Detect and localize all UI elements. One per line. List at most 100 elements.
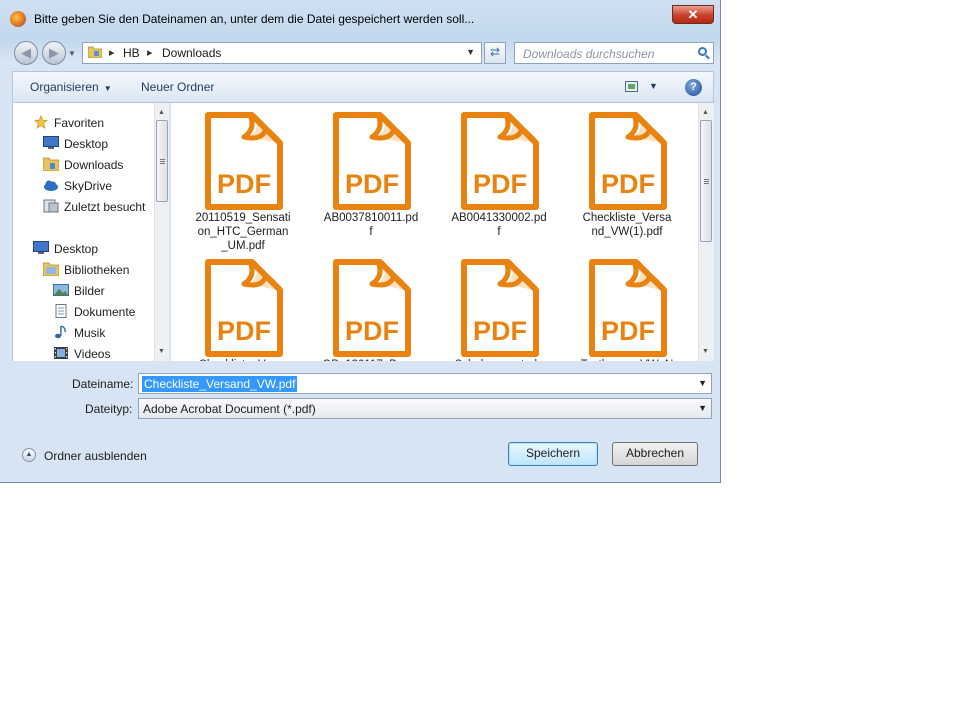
search-icon[interactable] [698, 47, 707, 56]
file-name-line: OP_130117_Bereo [311, 358, 431, 361]
pdf-file-icon: PDF [461, 259, 539, 357]
file-list-scrollbar[interactable]: ▲ ▼ [698, 103, 714, 361]
sidebar-scroll-thumb[interactable] [156, 120, 168, 202]
new-folder-button[interactable]: Neuer Ordner [141, 80, 214, 94]
file-item[interactable]: PDFSchulungsunterla [439, 254, 549, 361]
chevron-down-icon: ▼ [103, 84, 112, 93]
scroll-down-icon[interactable]: ▼ [702, 348, 709, 355]
address-bar[interactable]: ▸ HB ▸ Downloads ▼ [82, 42, 482, 64]
chevron-down-icon[interactable]: ▼ [698, 403, 707, 413]
file-name-line: Checkliste_Versa [183, 358, 303, 361]
documents-icon [55, 304, 67, 318]
file-name-line: nd_VW(1).pdf [591, 226, 663, 238]
breadcrumb-hb[interactable]: HB [123, 46, 140, 60]
back-button[interactable]: ◀ [14, 41, 38, 65]
file-list-pane: PDF 20110519_Sensati on_HTC_German _UM.pdf P… [170, 103, 714, 361]
desktop-icon [33, 241, 49, 254]
breadcrumb-separator-icon[interactable]: ▸ [147, 46, 153, 59]
chevron-down-icon[interactable]: ▼ [698, 378, 707, 388]
filetype-label: Dateityp: [85, 402, 133, 416]
downloads-folder-icon [43, 157, 59, 171]
pdf-icon-label: PDF [473, 316, 527, 346]
file-name-line: 20110519_Sensati [195, 212, 291, 224]
pdf-icon-label: PDF [473, 169, 527, 199]
pdf-icon-label: PDF [601, 169, 655, 199]
pdf-file-icon: PDF [589, 112, 667, 210]
videos-icon [54, 347, 68, 359]
sidebar-item-label: Desktop [64, 137, 109, 151]
organize-label: Organisieren [30, 80, 99, 94]
file-item[interactable]: PDF Checkliste_Versa nd_VW(1).pdf [567, 107, 677, 257]
cloud-icon [44, 180, 58, 191]
filename-input[interactable]: Checkliste_Versand_VW.pdf ▼ [138, 373, 712, 394]
folder-icon [88, 46, 102, 58]
scroll-up-icon[interactable]: ▲ [158, 109, 165, 116]
save-button[interactable]: Speichern [508, 442, 598, 466]
recent-places-icon [43, 199, 59, 213]
pdf-icon-label: PDF [601, 316, 655, 346]
sidebar-item-label: Bilder [74, 284, 105, 298]
recent-pages-dropdown-icon[interactable]: ▼ [68, 49, 76, 58]
file-name-line: f [369, 226, 373, 238]
file-name: 20110519_Sensati on_HTC_German _UM.pdf [183, 211, 303, 253]
filename-value[interactable]: Checkliste_Versand_VW.pdf [142, 376, 298, 392]
scroll-down-icon[interactable]: ▼ [158, 348, 165, 355]
filetype-value: Adobe Acrobat Document (*.pdf) [143, 402, 316, 416]
sidebar-item-label: Desktop [54, 242, 99, 256]
file-name-line: on_HTC_German [197, 226, 289, 238]
file-name: Checkliste_Versa nd_VW(1).pdf [567, 211, 687, 239]
file-name-line: Testbogen_VW_N [567, 358, 687, 361]
file-item[interactable]: PDF AB0041330002.pd f [439, 107, 549, 257]
search-placeholder: Downloads durchsuchen [523, 47, 655, 61]
breadcrumb-downloads[interactable]: Downloads [162, 46, 221, 60]
command-toolbar: Organisieren ▼ Neuer Ordner ▼ ? [12, 71, 714, 103]
search-input[interactable]: Downloads durchsuchen [514, 42, 714, 64]
chevron-up-icon[interactable]: ▲ [22, 448, 36, 462]
file-name-line: AB0037810011.pd [323, 212, 419, 224]
forward-button[interactable]: ▶ [42, 41, 66, 65]
change-view-icon[interactable] [625, 81, 638, 92]
scroll-up-icon[interactable]: ▲ [702, 109, 709, 116]
libraries-icon [43, 262, 59, 276]
file-name-line: _UM.pdf [221, 240, 265, 252]
pdf-icon-label: PDF [345, 316, 399, 346]
sidebar-item-label: Dokumente [74, 305, 136, 319]
filetype-select[interactable]: Adobe Acrobat Document (*.pdf) ▼ [138, 398, 712, 419]
pdf-file-icon: PDF [205, 112, 283, 210]
sidebar-item-label: Musik [74, 326, 106, 340]
sidebar-item-label: Videos [74, 347, 111, 361]
close-button[interactable]: ✕ [672, 5, 714, 24]
navigation-pane: Favoriten Desktop Downloads SkyDrive Zul… [12, 103, 169, 361]
file-name-line: f [497, 226, 501, 238]
pdf-file-icon: PDF [205, 259, 283, 357]
window-title: Bitte geben Sie den Dateinamen an, unter… [34, 12, 475, 26]
pdf-icon-label: PDF [217, 316, 271, 346]
organize-menu-button[interactable]: Organisieren ▼ [30, 80, 112, 94]
file-name: AB0037810011.pd f [311, 211, 431, 239]
file-item[interactable]: PDFOP_130117_Bereo [311, 254, 421, 361]
file-name: Checkliste_Versa [183, 358, 303, 361]
refresh-button[interactable]: ⇄ [484, 42, 506, 64]
address-dropdown-icon[interactable]: ▼ [466, 47, 475, 57]
file-item[interactable]: PDF 20110519_Sensati on_HTC_German _UM.pdf [183, 107, 293, 257]
file-item[interactable]: PDF AB0037810011.pd f [311, 107, 421, 257]
view-options-dropdown-icon[interactable]: ▼ [649, 81, 658, 91]
file-item[interactable]: PDFTestbogen_VW_N [567, 254, 677, 361]
pdf-file-icon: PDF [461, 112, 539, 210]
sidebar-scrollbar[interactable]: ▲ ▼ [154, 103, 169, 361]
file-list-scroll-thumb[interactable] [700, 120, 712, 242]
hide-folders-label: Ordner ausblenden [44, 449, 147, 463]
file-item[interactable]: PDFCheckliste_Versa [183, 254, 293, 361]
help-icon[interactable]: ? [685, 79, 702, 96]
sidebar-item-label: Favoriten [54, 116, 105, 130]
file-name-line: AB0041330002.pd [451, 212, 547, 224]
sidebar-item-label: Bibliotheken [64, 263, 130, 277]
cancel-button[interactable]: Abbrechen [612, 442, 698, 466]
pdf-file-icon: PDF [333, 259, 411, 357]
title-bar[interactable]: Bitte geben Sie den Dateinamen an, unter… [0, 0, 720, 36]
star-icon [33, 115, 49, 129]
file-name: AB0041330002.pd f [439, 211, 559, 239]
pdf-file-icon: PDF [589, 259, 667, 357]
breadcrumb-separator-icon[interactable]: ▸ [109, 46, 115, 59]
file-name-line: Checkliste_Versa [582, 212, 672, 224]
